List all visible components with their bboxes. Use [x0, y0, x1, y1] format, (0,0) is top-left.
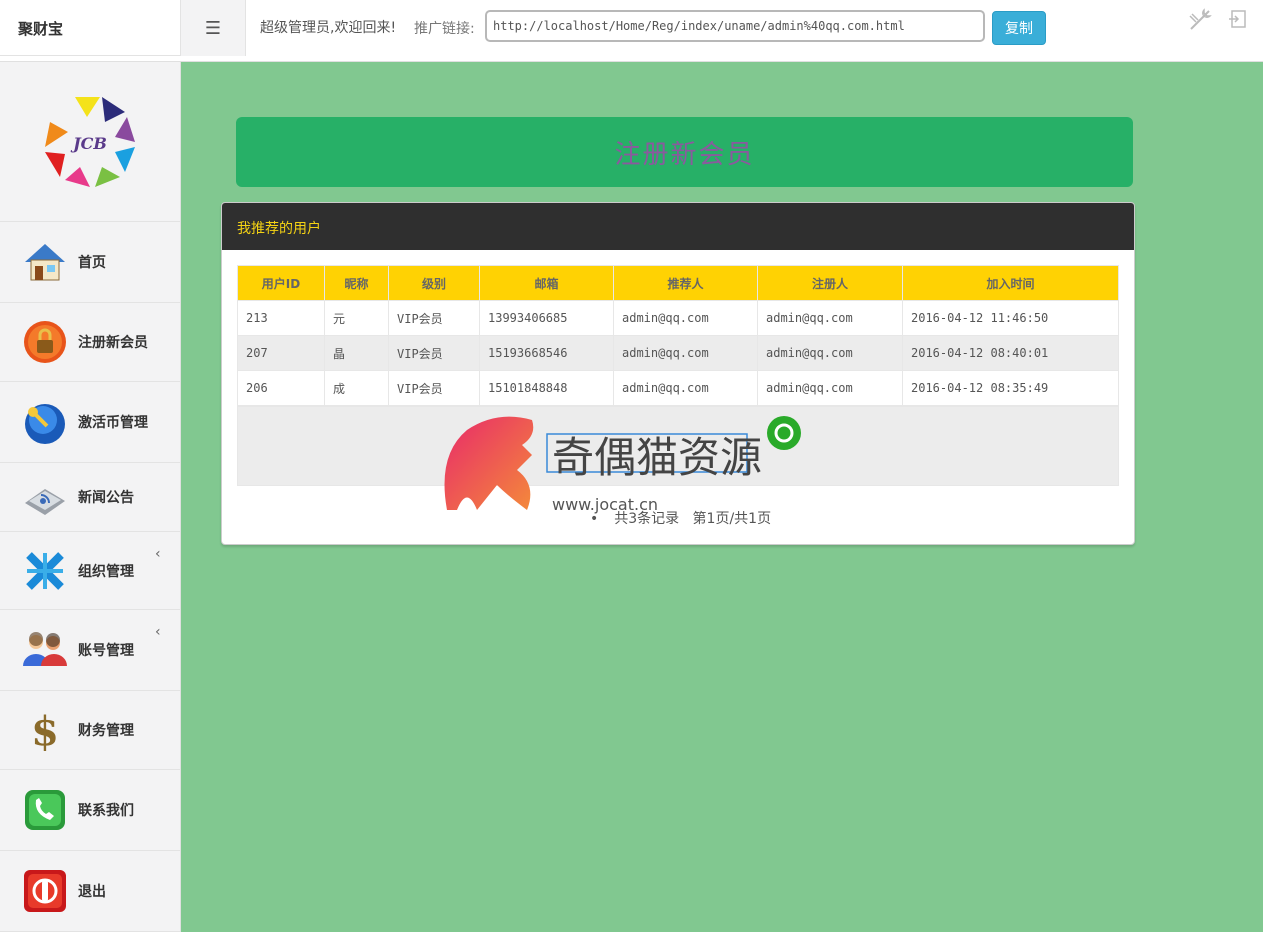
logo: JCB [0, 62, 180, 222]
dollar-icon: $ [20, 705, 70, 755]
sidebar-item-label: 联系我们 [78, 803, 134, 819]
page-title: 注册新会员 [236, 117, 1133, 187]
watermark-logo: 奇偶猫资源 www.jocat.cn [444, 416, 801, 514]
house-icon [20, 237, 70, 287]
chevron-left-icon: ‹ [155, 546, 161, 562]
sidebar-item-logout[interactable]: 退出 [0, 851, 180, 932]
sidebar-item-contact[interactable]: 联系我们 [0, 770, 180, 851]
users-icon [20, 625, 70, 675]
tools-icon[interactable] [1188, 8, 1212, 32]
cell-level: VIP会员 [388, 300, 480, 336]
panel-title: 我推荐的用户 [222, 203, 1134, 250]
cell-referrer: admin@qq.com [613, 300, 758, 336]
sidebar-item-label: 首页 [78, 255, 106, 271]
column-header: 昵称 [324, 265, 389, 301]
svg-text:$: $ [31, 708, 59, 753]
jcb-logo-icon: JCB [45, 96, 135, 187]
cell-email: 15193668546 [479, 335, 614, 371]
users-table: 用户ID 昵称 级别 邮箱 推荐人 注册人 加入时间 213 元 VIP会员 1… [237, 265, 1119, 406]
logout-icon[interactable] [1228, 9, 1248, 29]
promo-link-label: 推广链接: [414, 21, 475, 37]
cell-referrer: admin@qq.com [613, 335, 758, 371]
promo-link-input[interactable] [485, 10, 985, 42]
cell-user-id: 207 [237, 335, 325, 371]
copy-button[interactable]: 复制 [992, 11, 1046, 45]
cell-user-id: 206 [237, 370, 325, 406]
sidebar-item-activation-coins[interactable]: 激活币管理 [0, 382, 180, 463]
sidebar-item-label: 组织管理 [78, 563, 134, 580]
cell-registrar: admin@qq.com [757, 300, 903, 336]
sidebar-item-accounts[interactable]: 账号管理 ‹ [0, 610, 180, 691]
phone-icon [20, 785, 70, 835]
table-header-row: 用户ID 昵称 级别 邮箱 推荐人 注册人 加入时间 [237, 265, 1119, 301]
svg-text:奇偶猫资源: 奇偶猫资源 [552, 433, 762, 482]
key-globe-icon [20, 397, 70, 447]
sidebar-item-label: 新闻公告 [78, 490, 134, 506]
sidebar-item-home[interactable]: 首页 [0, 222, 180, 303]
column-header: 用户ID [237, 265, 325, 301]
cell-registrar: admin@qq.com [757, 370, 903, 406]
column-header: 注册人 [757, 265, 903, 301]
cell-nickname: 元 [324, 300, 389, 336]
menu-toggle-button[interactable]: ☰ [181, 0, 246, 56]
svg-text:JCB: JCB [70, 134, 107, 153]
cell-join-time: 2016-04-12 11:46:50 [902, 300, 1119, 336]
cell-level: VIP会员 [388, 370, 480, 406]
cell-nickname: 晶 [324, 335, 389, 371]
column-header: 加入时间 [902, 265, 1119, 301]
brand-title[interactable]: 聚财宝 [0, 0, 181, 56]
cell-registrar: admin@qq.com [757, 335, 903, 371]
network-icon [20, 546, 70, 596]
welcome-message: 超级管理员,欢迎回来! [260, 20, 397, 36]
cell-join-time: 2016-04-12 08:35:49 [902, 370, 1119, 406]
table-row: 213 元 VIP会员 13993406685 admin@qq.com adm… [237, 300, 1119, 336]
sidebar-item-label: 注册新会员 [78, 335, 148, 351]
hamburger-icon: ☰ [204, 17, 222, 39]
table-row: 207 晶 VIP会员 15193668546 admin@qq.com adm… [237, 335, 1119, 371]
sidebar-item-label: 财务管理 [78, 723, 134, 739]
cell-referrer: admin@qq.com [613, 370, 758, 406]
column-header: 邮箱 [479, 265, 614, 301]
cell-email: 15101848848 [479, 370, 614, 406]
cell-join-time: 2016-04-12 08:40:01 [902, 335, 1119, 371]
sidebar-item-label: 账号管理 [78, 643, 134, 659]
sidebar-item-label: 激活币管理 [78, 415, 148, 431]
sidebar-item-organization[interactable]: 组织管理 ‹ [0, 532, 180, 610]
cell-email: 13993406685 [479, 300, 614, 336]
lock-icon [20, 317, 70, 367]
sidebar-item-register[interactable]: 注册新会员 [0, 303, 180, 382]
cell-level: VIP会员 [388, 335, 480, 371]
column-header: 级别 [388, 265, 480, 301]
table-row: 206 成 VIP会员 15101848848 admin@qq.com adm… [237, 370, 1119, 406]
cell-nickname: 成 [324, 370, 389, 406]
column-header: 推荐人 [613, 265, 758, 301]
chevron-left-icon: ‹ [155, 624, 161, 640]
power-icon [20, 866, 70, 916]
sidebar-item-news[interactable]: 新闻公告 [0, 463, 180, 532]
sidebar-item-label: 退出 [78, 884, 106, 900]
top-bar: 聚财宝 ☰ 超级管理员,欢迎回来! 推广链接: 复制 [0, 0, 1263, 62]
sidebar: JCB 首页 注册新会员 激活币管理 新闻公告 组织管理 ‹ 账号管理 ‹ $ … [0, 62, 181, 932]
sidebar-item-finance[interactable]: $ 财务管理 [0, 691, 180, 770]
rss-icon [20, 472, 70, 522]
cell-user-id: 213 [237, 300, 325, 336]
svg-text:www.jocat.cn: www.jocat.cn [552, 495, 658, 514]
